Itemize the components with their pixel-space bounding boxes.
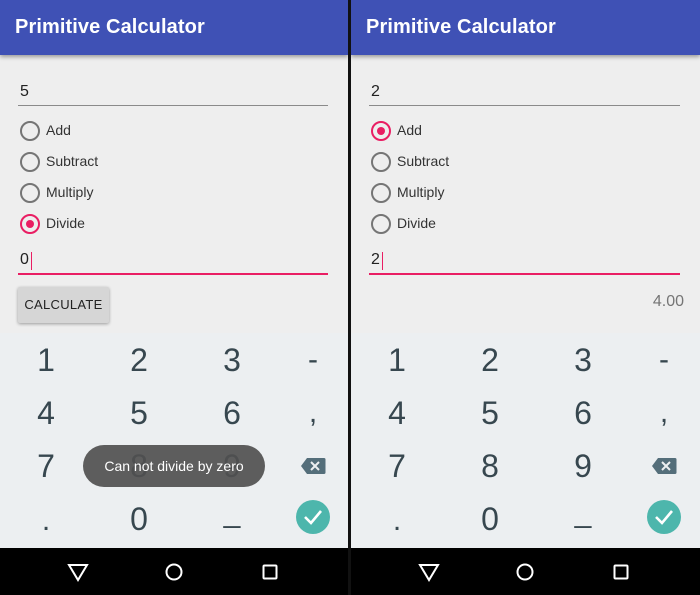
key-7[interactable]: 7 [367, 441, 427, 491]
key-dot[interactable]: . [16, 496, 76, 546]
first-operand-value: 5 [20, 83, 29, 100]
key-5[interactable]: 5 [460, 388, 520, 438]
check-icon [304, 510, 322, 525]
radio-button[interactable] [371, 214, 391, 234]
radio-label-divide: Divide [46, 215, 85, 231]
done-key[interactable] [647, 500, 681, 534]
key-space[interactable]: _ [202, 488, 262, 538]
key-comma[interactable]: , [283, 388, 343, 438]
radio-button[interactable] [371, 152, 391, 172]
key-7[interactable]: 7 [16, 441, 76, 491]
key-0[interactable]: 0 [109, 494, 169, 544]
key-8[interactable]: 8 [460, 441, 520, 491]
radio-label-divide: Divide [397, 215, 436, 231]
key-3[interactable]: 3 [553, 335, 613, 385]
radio-button-selected[interactable] [371, 121, 391, 141]
key-minus[interactable]: - [634, 335, 694, 385]
key-minus[interactable]: - [283, 335, 343, 385]
backspace-key[interactable] [651, 457, 679, 475]
done-key[interactable] [296, 500, 330, 534]
home-icon[interactable] [515, 562, 535, 582]
key-2[interactable]: 2 [460, 335, 520, 385]
radio-button[interactable] [20, 121, 40, 141]
key-dot[interactable]: . [367, 496, 427, 546]
radio-label-subtract: Subtract [46, 153, 99, 169]
result-value: 4.00 [652, 293, 684, 310]
second-operand-field[interactable]: 2 [369, 243, 680, 275]
check-icon [655, 510, 673, 525]
key-6[interactable]: 6 [553, 388, 613, 438]
back-icon[interactable] [67, 562, 89, 582]
toast-message: Can not divide by zero [83, 445, 265, 487]
right-phone-screen: Primitive Calculator 2 Add Subtract Mult… [351, 0, 700, 595]
second-operand-field[interactable]: 0 [18, 243, 328, 275]
key-comma[interactable]: , [634, 388, 694, 438]
app-bar: Primitive Calculator [0, 0, 348, 55]
radio-label-multiply: Multiply [397, 184, 445, 200]
recents-icon[interactable] [613, 564, 629, 580]
second-operand-value: 2 [371, 251, 380, 268]
key-5[interactable]: 5 [109, 388, 169, 438]
backspace-icon [652, 458, 677, 474]
system-nav-bar [351, 548, 700, 595]
calculate-button[interactable]: CALCULATE [18, 287, 109, 323]
radio-button-selected[interactable] [20, 214, 40, 234]
text-caret [31, 252, 32, 270]
app-title: Primitive Calculator [366, 16, 556, 38]
backspace-key[interactable] [300, 457, 328, 475]
radio-label-subtract: Subtract [397, 153, 450, 169]
back-icon[interactable] [418, 562, 440, 582]
recents-icon[interactable] [262, 564, 278, 580]
text-caret [382, 252, 383, 270]
home-icon[interactable] [164, 562, 184, 582]
second-operand-value: 0 [20, 251, 29, 268]
radio-label-add: Add [397, 122, 422, 138]
left-phone-screen: Primitive Calculator 5 Add Subtract Mult… [0, 0, 348, 595]
backspace-icon [301, 458, 326, 474]
numeric-keyboard: 1 2 3 - 4 5 6 , 7 8 9 . 0 _ [351, 333, 700, 548]
radio-button[interactable] [20, 183, 40, 203]
system-nav-bar [0, 548, 348, 595]
key-9[interactable]: 9 [553, 441, 613, 491]
key-2[interactable]: 2 [109, 335, 169, 385]
key-1[interactable]: 1 [367, 335, 427, 385]
key-6[interactable]: 6 [202, 388, 262, 438]
radio-label-add: Add [46, 122, 71, 138]
radio-button[interactable] [371, 183, 391, 203]
first-operand-value: 2 [371, 83, 380, 100]
key-3[interactable]: 3 [202, 335, 262, 385]
app-title: Primitive Calculator [15, 16, 205, 38]
key-4[interactable]: 4 [367, 388, 427, 438]
first-operand-field[interactable]: 2 [369, 75, 680, 106]
app-bar: Primitive Calculator [351, 0, 700, 55]
key-4[interactable]: 4 [16, 388, 76, 438]
first-operand-field[interactable]: 5 [18, 75, 328, 106]
key-space[interactable]: _ [553, 488, 613, 538]
key-0[interactable]: 0 [460, 494, 520, 544]
radio-button[interactable] [20, 152, 40, 172]
key-1[interactable]: 1 [16, 335, 76, 385]
radio-label-multiply: Multiply [46, 184, 94, 200]
numeric-keyboard: 1 2 3 - 4 5 6 , 7 8 9 . 0 _ [0, 333, 348, 548]
